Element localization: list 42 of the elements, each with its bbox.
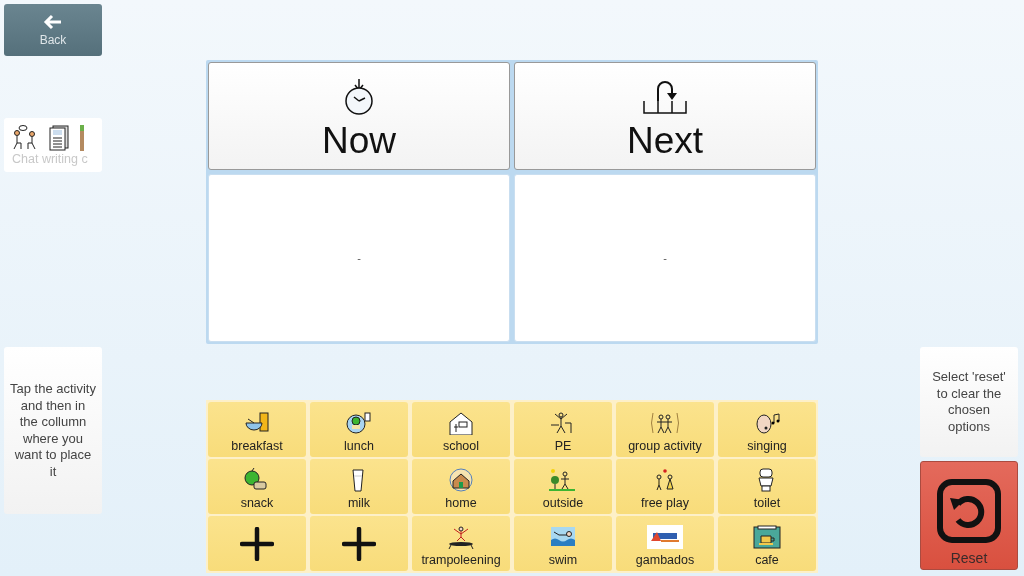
activity-tile[interactable]: free play [616, 459, 714, 514]
add-tile[interactable] [310, 516, 408, 571]
activity-tile[interactable]: snack [208, 459, 306, 514]
hint-text: Select 'reset' to clear the chosen options [931, 369, 1007, 435]
group-icon [650, 411, 680, 435]
activity-tile[interactable]: swim [514, 516, 612, 571]
plus-icon [342, 526, 376, 561]
activity-tile[interactable]: outside [514, 459, 612, 514]
hint-text: Tap the activity and then in the collumn where you want to place it [10, 381, 96, 480]
activity-tile[interactable]: PE [514, 402, 612, 457]
plus-icon [240, 526, 274, 561]
tree-figure-icon [548, 468, 578, 492]
column-title: Now [322, 121, 396, 161]
house-icon [446, 468, 476, 492]
bowl-icon [242, 411, 272, 435]
activity-tile[interactable]: group activity [616, 402, 714, 457]
drop-slot[interactable]: - [514, 174, 816, 342]
back-button[interactable]: Back [4, 4, 102, 56]
activity-tile[interactable]: lunch [310, 402, 408, 457]
activity-tile[interactable]: gambados [616, 516, 714, 571]
activity-tile[interactable]: home [412, 459, 510, 514]
column-title: Next [626, 121, 704, 161]
document-icon [48, 125, 70, 151]
activity-tile[interactable]: breakfast [208, 402, 306, 457]
coffee-cup-icon [752, 525, 782, 549]
building-icon [446, 411, 476, 435]
chat-figures-icon [12, 125, 38, 151]
activity-tile[interactable]: singing [718, 402, 816, 457]
activity-tile[interactable]: school [412, 402, 510, 457]
back-arrow-icon [43, 13, 63, 30]
clock-icon [343, 79, 375, 115]
add-tile[interactable] [208, 516, 306, 571]
activity-tile[interactable]: trampoleening [412, 516, 510, 571]
activity-tile[interactable]: toilet [718, 459, 816, 514]
plate-icon [344, 411, 374, 435]
activity-tile[interactable]: cafe [718, 516, 816, 571]
activity-tile[interactable]: milk [310, 459, 408, 514]
trampoline-icon [446, 525, 476, 549]
drop-slot[interactable]: - [208, 174, 510, 342]
reset-icon [936, 478, 1002, 544]
next-step-icon [641, 79, 689, 115]
swimmer-icon [548, 525, 578, 549]
